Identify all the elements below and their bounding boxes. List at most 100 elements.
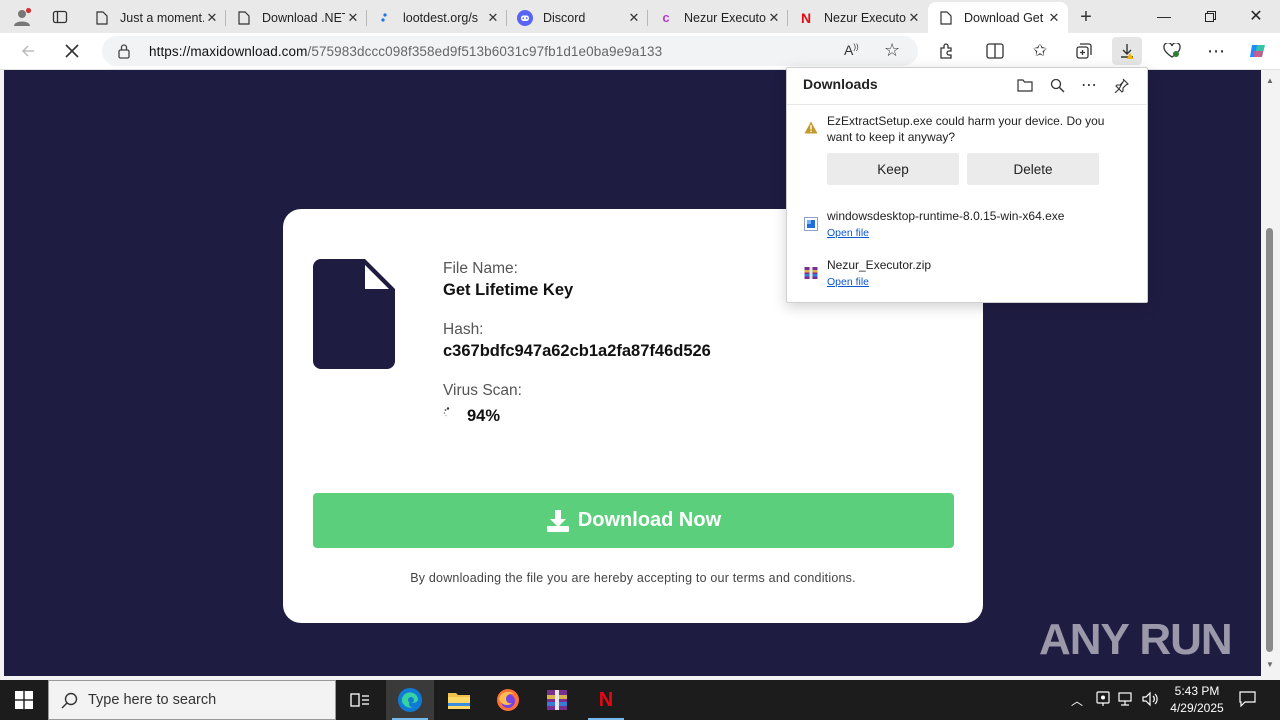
scroll-down-icon[interactable]: ▼ bbox=[1265, 660, 1275, 669]
browser-essentials-icon[interactable] bbox=[1157, 37, 1187, 65]
tab-download-get-lifetime-key[interactable]: Download Get Lifetime Key ✕ bbox=[928, 2, 1068, 33]
notifications-icon[interactable] bbox=[1239, 691, 1256, 710]
hash-value: c367bdfc947a62cb1a2fa87f46d526 bbox=[443, 342, 711, 360]
url-text[interactable]: https://maxidownload.com/575983dccc098f3… bbox=[149, 44, 662, 59]
download-item-name[interactable]: Nezur_Executor.zip bbox=[827, 258, 931, 272]
downloads-flyout: Downloads ⋯ EzExtractSetup.exe could har… bbox=[786, 67, 1148, 303]
ethernet-icon[interactable] bbox=[1118, 691, 1134, 710]
tab-title: Discord bbox=[543, 10, 586, 25]
close-window-icon[interactable]: ✕ bbox=[1233, 0, 1279, 32]
close-icon[interactable]: ✕ bbox=[906, 10, 922, 26]
split-screen-icon[interactable] bbox=[980, 37, 1010, 65]
file-explorer-icon[interactable] bbox=[435, 680, 483, 720]
stop-loading-icon[interactable] bbox=[57, 37, 87, 65]
url-path: /575983dccc098f358ed9f513b6031c97fb1d1e0… bbox=[307, 44, 663, 59]
page-icon bbox=[938, 10, 954, 26]
volume-icon[interactable] bbox=[1142, 691, 1159, 710]
terms-text: By downloading the file you are hereby a… bbox=[410, 571, 856, 585]
tab-just-a-moment[interactable]: Just a moment... ✕ bbox=[84, 2, 226, 33]
copilot-icon[interactable] bbox=[1243, 37, 1273, 65]
start-button[interactable] bbox=[0, 680, 48, 720]
restore-icon[interactable] bbox=[1187, 0, 1233, 32]
tab-nezur-executor-1[interactable]: c Nezur Executor ✕ bbox=[648, 2, 788, 33]
new-tab-icon[interactable]: + bbox=[1073, 5, 1099, 29]
lootdest-icon bbox=[377, 10, 393, 26]
profile-icon[interactable] bbox=[9, 5, 35, 29]
close-icon[interactable]: ✕ bbox=[766, 10, 782, 26]
minimize-icon[interactable]: — bbox=[1141, 0, 1187, 32]
warning-icon bbox=[804, 121, 818, 134]
watermark-text: ANY RUN bbox=[1039, 615, 1233, 664]
delete-button[interactable]: Delete bbox=[967, 153, 1099, 185]
scroll-thumb[interactable] bbox=[1266, 228, 1273, 652]
close-icon[interactable]: ✕ bbox=[204, 10, 220, 26]
tab-title: Nezur Executor bbox=[684, 10, 766, 25]
netflix-n-taskbar-icon[interactable]: N bbox=[582, 680, 630, 720]
extensions-icon[interactable] bbox=[932, 37, 962, 65]
close-icon[interactable]: ✕ bbox=[626, 10, 642, 26]
close-icon[interactable]: ✕ bbox=[345, 10, 361, 26]
page-icon bbox=[94, 10, 110, 26]
tab-download-net[interactable]: Download .NET ✕ bbox=[226, 2, 367, 33]
windows-logo-icon bbox=[15, 691, 33, 709]
lock-icon[interactable] bbox=[117, 43, 131, 64]
favorite-star-icon[interactable]: ☆ bbox=[884, 40, 900, 61]
installer-file-icon bbox=[804, 217, 818, 231]
system-clock[interactable]: 5:43 PM 4/29/2025 bbox=[1160, 683, 1234, 717]
tab-strip: Just a moment... ✕ Download .NET ✕ lootd… bbox=[0, 0, 1280, 33]
winrar-archive-icon bbox=[804, 267, 818, 279]
more-options-icon[interactable]: ⋯ bbox=[1076, 73, 1102, 97]
url-host: https://maxidownload.com bbox=[149, 44, 308, 59]
collections-icon[interactable] bbox=[1069, 37, 1099, 65]
taskbar-search-box[interactable]: Type here to search bbox=[48, 680, 336, 720]
download-now-button[interactable]: Download Now bbox=[313, 493, 954, 548]
open-file-link[interactable]: Open file bbox=[827, 276, 869, 288]
scroll-up-icon[interactable]: ▲ bbox=[1265, 76, 1275, 85]
divider bbox=[787, 104, 1147, 105]
edge-taskbar-icon[interactable] bbox=[386, 680, 434, 720]
network-status-icon[interactable] bbox=[1096, 691, 1110, 710]
pin-icon[interactable] bbox=[1108, 73, 1134, 97]
winrar-icon[interactable] bbox=[533, 680, 581, 720]
keep-button[interactable]: Keep bbox=[827, 153, 959, 185]
search-placeholder: Type here to search bbox=[88, 692, 217, 708]
clock-time: 5:43 PM bbox=[1174, 684, 1220, 698]
tab-title: Download Get Lifetime Key bbox=[964, 10, 1046, 25]
open-file-link[interactable]: Open file bbox=[827, 227, 869, 239]
virus-scan-progress: 94% bbox=[467, 407, 501, 425]
discord-icon bbox=[517, 9, 533, 26]
read-aloud-icon[interactable]: A)) bbox=[844, 42, 859, 58]
favorites-icon[interactable]: ✩ bbox=[1025, 37, 1055, 65]
more-menu-icon[interactable]: ⋯ bbox=[1201, 37, 1231, 65]
task-view-icon[interactable] bbox=[336, 680, 384, 720]
tab-actions-icon[interactable] bbox=[47, 5, 73, 29]
clock-date: 4/29/2025 bbox=[1170, 701, 1224, 715]
file-icon bbox=[313, 259, 395, 369]
download-item-name[interactable]: windowsdesktop-runtime-8.0.15-win-x64.ex… bbox=[827, 209, 1064, 223]
browser-toolbar: https://maxidownload.com/575983dccc098f3… bbox=[0, 33, 1280, 70]
close-icon[interactable]: ✕ bbox=[485, 10, 501, 26]
loading-spinner-icon bbox=[443, 407, 450, 417]
file-name-label: File Name: bbox=[443, 260, 518, 277]
downloads-icon[interactable] bbox=[1112, 37, 1142, 65]
back-icon[interactable] bbox=[13, 37, 43, 65]
tab-title: Download .NET bbox=[262, 10, 345, 25]
page-scrollbar[interactable]: ▲ ▼ bbox=[1261, 70, 1280, 676]
virus-scan-label: Virus Scan: bbox=[443, 382, 522, 399]
tab-title: lootdest.org/s bbox=[403, 10, 479, 25]
search-downloads-icon[interactable] bbox=[1044, 73, 1070, 97]
close-icon[interactable]: ✕ bbox=[1046, 10, 1062, 26]
download-icon bbox=[546, 509, 569, 532]
tab-nezur-executor-2[interactable]: N Nezur Executor ✕ bbox=[788, 2, 928, 33]
tab-discord[interactable]: Discord ✕ bbox=[507, 2, 648, 33]
open-downloads-folder-icon[interactable] bbox=[1012, 73, 1038, 97]
show-hidden-icons-icon[interactable]: ︿ bbox=[1071, 692, 1083, 709]
tab-title: Nezur Executor bbox=[824, 10, 906, 25]
page-icon bbox=[236, 10, 252, 26]
file-name: Get Lifetime Key bbox=[443, 281, 574, 299]
nezur-icon: c bbox=[662, 10, 670, 25]
firefox-icon[interactable] bbox=[484, 680, 532, 720]
address-bar[interactable]: https://maxidownload.com/575983dccc098f3… bbox=[102, 36, 918, 66]
search-icon bbox=[61, 692, 78, 709]
tab-lootdest[interactable]: lootdest.org/s ✕ bbox=[367, 2, 507, 33]
